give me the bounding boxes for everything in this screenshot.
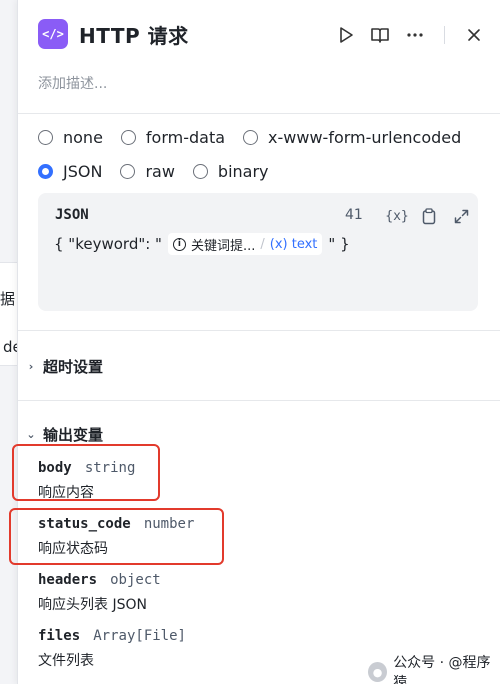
var-type: Array[File] [93,628,186,644]
json-prefix: { "keyword": " [54,235,162,253]
json-body-editor[interactable]: JSON 41 {x} { "keyword": " i 关键词提... / (… [38,193,478,311]
info-icon: i [172,237,186,251]
radio-binary-label: binary [217,162,269,181]
radio-json[interactable]: JSON [38,162,102,181]
radio-form-data-dot[interactable] [120,130,136,145]
radio-form-data-label: form-data [145,128,226,147]
variable-chip-separator: / [260,236,265,252]
json-editor-label: JSON [55,207,89,223]
wechat-icon: ● [368,662,388,682]
radio-form-data[interactable]: form-data [120,128,226,147]
book-icon [371,28,389,43]
radio-urlencoded[interactable]: x-www-form-urlencoded [243,128,461,147]
var-desc: 文件列表 [38,653,94,669]
annotation-box-body [12,444,160,501]
output-section-toggle[interactable]: ⌄ 输出变量 [25,424,103,445]
body-type-row-1: none form-data x-www-form-urlencoded [38,128,479,147]
var-desc: 响应头列表 JSON [38,597,147,613]
more-button[interactable] [402,22,428,48]
expand-icon[interactable] [450,205,472,227]
var-name: headers [38,572,98,588]
panel-header: </> HTTP 请求 添加描述... [18,0,500,110]
json-suffix: " } [328,235,350,253]
copy-icon[interactable] [418,205,440,227]
variable-chip-type: (x) text [269,236,318,252]
radio-json-label: JSON [63,162,103,181]
play-icon [340,27,353,43]
body-type-row-2: JSON raw binary [38,162,287,181]
radio-none-dot[interactable] [38,130,53,145]
var-type: object [110,572,161,588]
canvas-node-text: 据 [0,290,16,308]
radio-none-label: none [63,128,103,147]
watermark: ● 公众号 · @程序猿 [368,652,500,684]
radio-binary[interactable]: binary [192,162,269,181]
close-button[interactable] [461,22,487,48]
radio-binary-dot[interactable] [192,164,208,179]
variable-chip-name: 关键词提... [190,238,256,254]
docs-button[interactable] [367,22,393,48]
section-divider-1 [18,330,500,331]
watermark-text: 公众号 · @程序猿 [393,655,491,684]
description-field[interactable]: 添加描述... [38,73,107,93]
annotation-box-status-code [9,508,224,565]
chevron-right-icon: › [28,360,34,373]
json-code-line[interactable]: { "keyword": " i 关键词提... / (x) text " } [54,233,350,255]
chevron-down-icon: ⌄ [26,428,36,441]
page-title[interactable]: HTTP 请求 [79,20,189,49]
more-icon [407,33,423,37]
http-request-panel: </> HTTP 请求 添加描述... none form-data x-www [9,0,500,684]
section-divider-2 [18,400,500,401]
variable-chip[interactable]: i 关键词提... / (x) text [167,233,323,255]
radio-urlencoded-dot[interactable] [243,130,259,145]
http-node-icon: </> [38,19,68,49]
run-button[interactable] [333,22,359,48]
radio-raw-label: raw [145,162,175,181]
insert-variable-icon[interactable]: {x} [385,205,408,227]
output-var-headers: headers object 响应头列表 JSON [38,569,161,614]
radio-none[interactable]: none [38,128,103,147]
var-name: files [38,628,81,644]
radio-raw-dot[interactable] [120,164,136,179]
radio-json-dot[interactable] [38,164,53,179]
header-bottom-divider [18,113,500,114]
timeout-section-label: 超时设置 [43,358,104,376]
output-section-label: 输出变量 [43,426,104,444]
timeout-section-toggle[interactable]: › 超时设置 [25,356,103,377]
radio-raw[interactable]: raw [120,162,175,181]
json-char-count: 41 [345,207,363,223]
close-icon [468,29,480,41]
radio-urlencoded-label: x-www-form-urlencoded [268,128,462,147]
output-var-files: files Array[File] 文件列表 [38,625,186,670]
header-divider [444,26,445,44]
